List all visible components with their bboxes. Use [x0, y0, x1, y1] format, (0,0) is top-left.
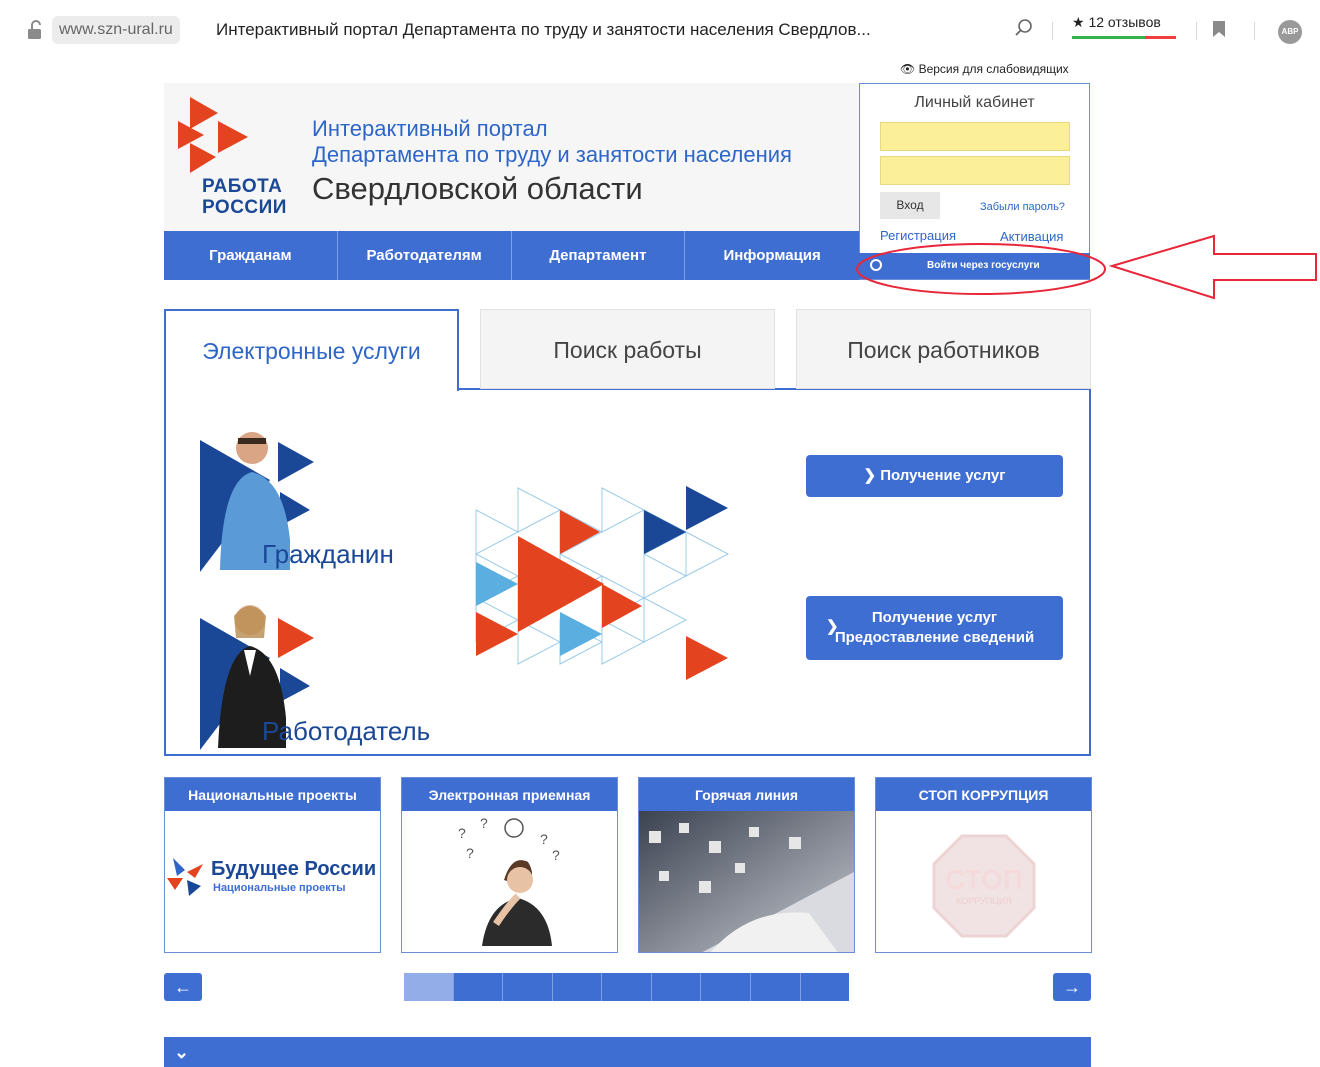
- card-title: СТОП КОРРУПЦИЯ: [876, 778, 1091, 811]
- card-stop-corruption[interactable]: СТОП КОРРУПЦИЯ СТОП КОРРУПЦИЯ: [875, 777, 1092, 953]
- tab-electronic-services[interactable]: Электронные услуги: [164, 309, 459, 391]
- employer-label: Работодатель: [262, 716, 431, 746]
- chevron-down-icon: ⌄: [174, 1042, 190, 1062]
- thinking-woman-illustration: ?????: [458, 815, 560, 946]
- toolbar-divider: [1254, 22, 1255, 40]
- tab-worker-search[interactable]: Поиск работников: [796, 309, 1091, 389]
- activate-link[interactable]: Активация: [1000, 229, 1063, 244]
- svg-text:?: ?: [466, 845, 474, 861]
- national-projects-logo-icon: [167, 858, 203, 896]
- nav-information[interactable]: Информация: [685, 231, 859, 280]
- page-title[interactable]: Интерактивный портал Департамента по тру…: [216, 16, 871, 44]
- reviews-button[interactable]: ★ 12 отзывов: [1072, 14, 1161, 31]
- login-password-field[interactable]: [880, 156, 1070, 185]
- portal-title-region: Свердловской области: [312, 171, 643, 206]
- low-vision-label: Версия для слабовидящих: [918, 62, 1069, 76]
- chevron-right-icon: ❯: [826, 618, 839, 635]
- svg-text:?: ?: [458, 825, 466, 841]
- nav-citizens[interactable]: Гражданам: [164, 231, 338, 280]
- reviews-rating-bar: [1072, 36, 1176, 39]
- portal-title-line2: Департамента по труду и занятости населе…: [312, 142, 792, 167]
- reviews-count: 12 отзывов: [1088, 14, 1161, 30]
- arrow-right-icon: →: [1063, 977, 1081, 997]
- card-hotline[interactable]: Горячая линия: [638, 777, 855, 953]
- login-username-field[interactable]: [880, 122, 1070, 151]
- pager-page[interactable]: [750, 973, 801, 1001]
- pager-page[interactable]: [602, 973, 652, 1001]
- search-icon[interactable]: [1014, 18, 1034, 38]
- hotline-keyboard-image: [639, 811, 854, 952]
- pager-page[interactable]: [651, 973, 702, 1001]
- highlight-arrow-icon: [1108, 234, 1317, 300]
- citizen-services-label: Получение услуг: [880, 467, 1006, 484]
- stop-sign-subtext: КОРРУПЦИЯ: [956, 896, 1012, 906]
- address-domain[interactable]: www.szn-ural.ru: [52, 16, 180, 44]
- employer-services-label-2: Предоставление сведений: [834, 629, 1035, 646]
- site-header: РАБОТА РОССИИ Интерактивный портал Депар…: [164, 83, 859, 231]
- card-e-reception[interactable]: Электронная приемная ?????: [401, 777, 618, 953]
- chevron-right-icon: ❯: [863, 467, 877, 484]
- citizen-label: Гражданин: [262, 539, 394, 569]
- expand-footer-bar[interactable]: ⌄: [164, 1037, 1091, 1067]
- svg-text:?: ?: [552, 847, 560, 863]
- logo-text-line1: РАБОТА: [202, 176, 283, 197]
- toolbar-divider: [1052, 22, 1053, 40]
- card-title: Национальные проекты: [165, 778, 380, 811]
- svg-text:?: ?: [540, 831, 548, 847]
- carousel-prev-button[interactable]: ←: [164, 973, 202, 1001]
- logo-triangles-icon: [178, 97, 248, 173]
- portal-title-line1: Интерактивный портал: [312, 116, 548, 141]
- pager-page[interactable]: [800, 973, 850, 1001]
- register-link[interactable]: Регистрация: [880, 228, 956, 243]
- card-title: Электронная приемная: [402, 778, 617, 811]
- employer-services-button[interactable]: ❯ Получение услуг Предоставление сведени…: [806, 596, 1063, 660]
- eye-icon: 👁: [900, 62, 916, 76]
- card-title: Горячая линия: [639, 778, 854, 811]
- gosuslugi-icon: [870, 259, 882, 271]
- svg-text:?: ?: [480, 815, 488, 831]
- pager-page[interactable]: [503, 973, 553, 1001]
- card-national-projects[interactable]: Национальные проекты Будущее России Наци…: [164, 777, 381, 953]
- star-icon: ★: [1072, 14, 1085, 30]
- unlocked-lock-icon[interactable]: [26, 20, 44, 40]
- card-brand-sub: Национальные проекты: [213, 882, 346, 894]
- citizen-services-button[interactable]: ❯ Получение услуг: [806, 455, 1063, 497]
- forgot-password-link[interactable]: Забыли пароль?: [980, 201, 1065, 213]
- main-nav: Гражданам Работодателям Департамент Инфо…: [164, 231, 859, 280]
- gosuslugi-label: Войти через госуслуги: [927, 260, 1040, 271]
- arrow-left-icon: ←: [174, 977, 192, 997]
- adblock-icon[interactable]: ABP: [1278, 20, 1302, 44]
- bookmark-icon[interactable]: [1212, 20, 1226, 38]
- login-button[interactable]: Вход: [880, 192, 940, 219]
- browser-toolbar: www.szn-ural.ru Интерактивный портал Деп…: [0, 0, 1320, 56]
- carousel-next-button[interactable]: →: [1053, 973, 1091, 1001]
- toolbar-divider: [1196, 22, 1197, 40]
- card-brand: Будущее России: [211, 858, 377, 880]
- logo-text-line2: РОССИИ: [202, 197, 287, 218]
- pager-page[interactable]: [404, 973, 454, 1001]
- pager-page[interactable]: [701, 973, 751, 1001]
- login-title: Личный кабинет: [914, 94, 1035, 111]
- pager-page[interactable]: [453, 973, 504, 1001]
- stop-sign-text: СТОП: [945, 864, 1023, 895]
- gosuslugi-login-button[interactable]: Войти через госуслуги: [859, 253, 1090, 279]
- decorative-triangles-pattern: [475, 486, 730, 680]
- nav-department[interactable]: Департамент: [512, 231, 686, 280]
- low-vision-link[interactable]: 👁 Версия для слабовидящих: [900, 62, 1069, 76]
- tab-job-search[interactable]: Поиск работы: [480, 309, 775, 389]
- login-panel: Личный кабинет Вход Забыли пароль? Регис…: [859, 83, 1090, 280]
- employer-services-label-1: Получение услуг: [871, 609, 998, 626]
- pager-page[interactable]: [552, 973, 603, 1001]
- nav-employers[interactable]: Работодателям: [338, 231, 512, 280]
- carousel-pager: [404, 973, 850, 1001]
